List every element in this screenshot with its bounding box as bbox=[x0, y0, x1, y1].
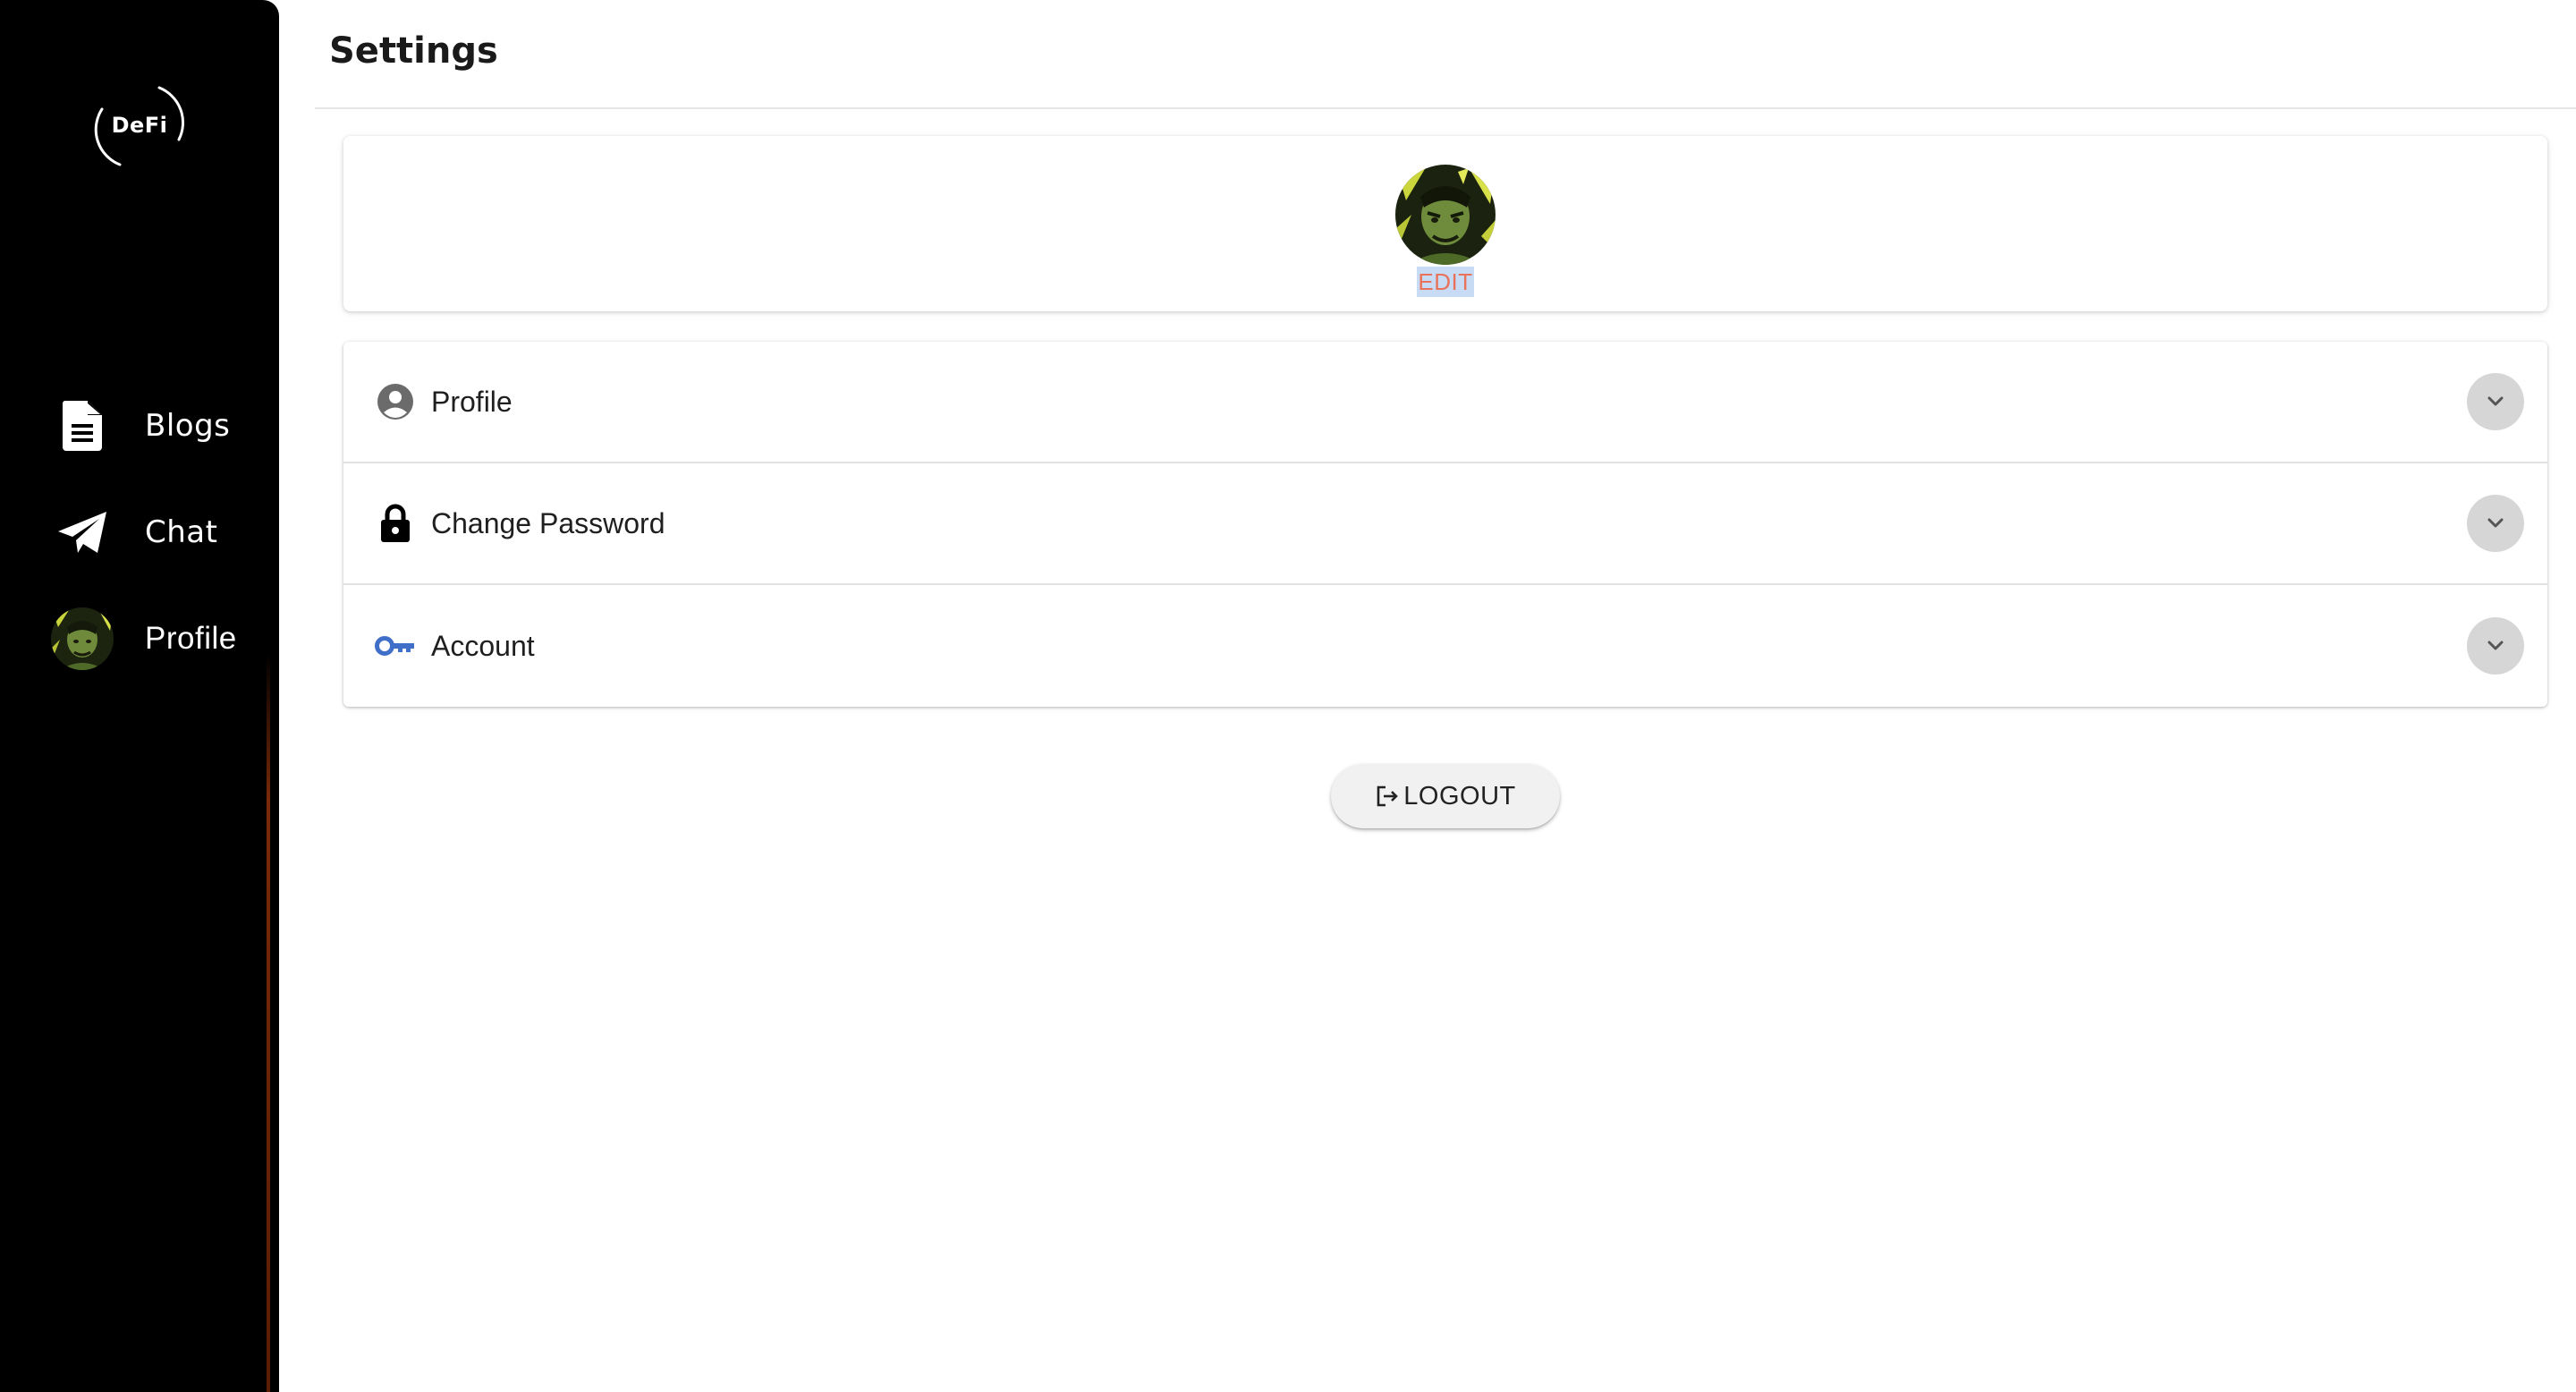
sidebar-item-label: Blogs bbox=[145, 408, 231, 444]
sidebar-item-profile[interactable]: Profile bbox=[50, 603, 265, 675]
chevron-down-icon bbox=[2487, 641, 2504, 650]
avatar-card: EDIT bbox=[343, 136, 2547, 311]
settings-accordion: Profile Change Password Account bbox=[343, 342, 2547, 707]
logout-label: LOGOUT bbox=[1403, 781, 1516, 811]
document-icon bbox=[50, 394, 114, 458]
header-divider bbox=[315, 107, 2576, 109]
logout-icon bbox=[1377, 785, 1399, 807]
expand-button[interactable] bbox=[2467, 495, 2524, 552]
accordion-profile[interactable]: Profile bbox=[343, 342, 2547, 463]
logout-button[interactable]: LOGOUT bbox=[1331, 764, 1560, 828]
paper-plane-icon bbox=[50, 500, 114, 564]
accordion-label: Change Password bbox=[431, 506, 665, 539]
expand-button[interactable] bbox=[2467, 373, 2524, 430]
accordion-label: Account bbox=[431, 629, 535, 662]
avatar bbox=[51, 607, 114, 670]
sidebar-item-label: Chat bbox=[145, 514, 218, 550]
chevron-down-icon bbox=[2487, 396, 2504, 406]
sidebar-item-chat[interactable]: Chat bbox=[50, 497, 265, 568]
edit-avatar-link[interactable]: EDIT bbox=[1417, 267, 1474, 297]
avatar-wrapper bbox=[50, 607, 114, 671]
accordion-account[interactable]: Account bbox=[343, 585, 2547, 707]
accordion-label: Profile bbox=[431, 385, 513, 418]
chevron-down-icon bbox=[2487, 518, 2504, 528]
sidebar-item-label: Profile bbox=[145, 621, 237, 656]
lock-icon bbox=[374, 502, 417, 545]
logo-text: DeFi bbox=[111, 113, 168, 138]
sidebar: DeFi Blogs Chat Profile bbox=[0, 0, 279, 1392]
user-circle-icon bbox=[374, 380, 417, 423]
key-icon bbox=[374, 624, 417, 667]
defi-logo[interactable]: DeFi bbox=[89, 82, 190, 168]
accordion-change-password[interactable]: Change Password bbox=[343, 463, 2547, 585]
profile-avatar[interactable] bbox=[1395, 165, 1496, 265]
sidebar-edge-glow bbox=[267, 653, 270, 1392]
sidebar-item-blogs[interactable]: Blogs bbox=[50, 390, 265, 462]
page-title: Settings bbox=[329, 30, 498, 72]
expand-button[interactable] bbox=[2467, 617, 2524, 675]
